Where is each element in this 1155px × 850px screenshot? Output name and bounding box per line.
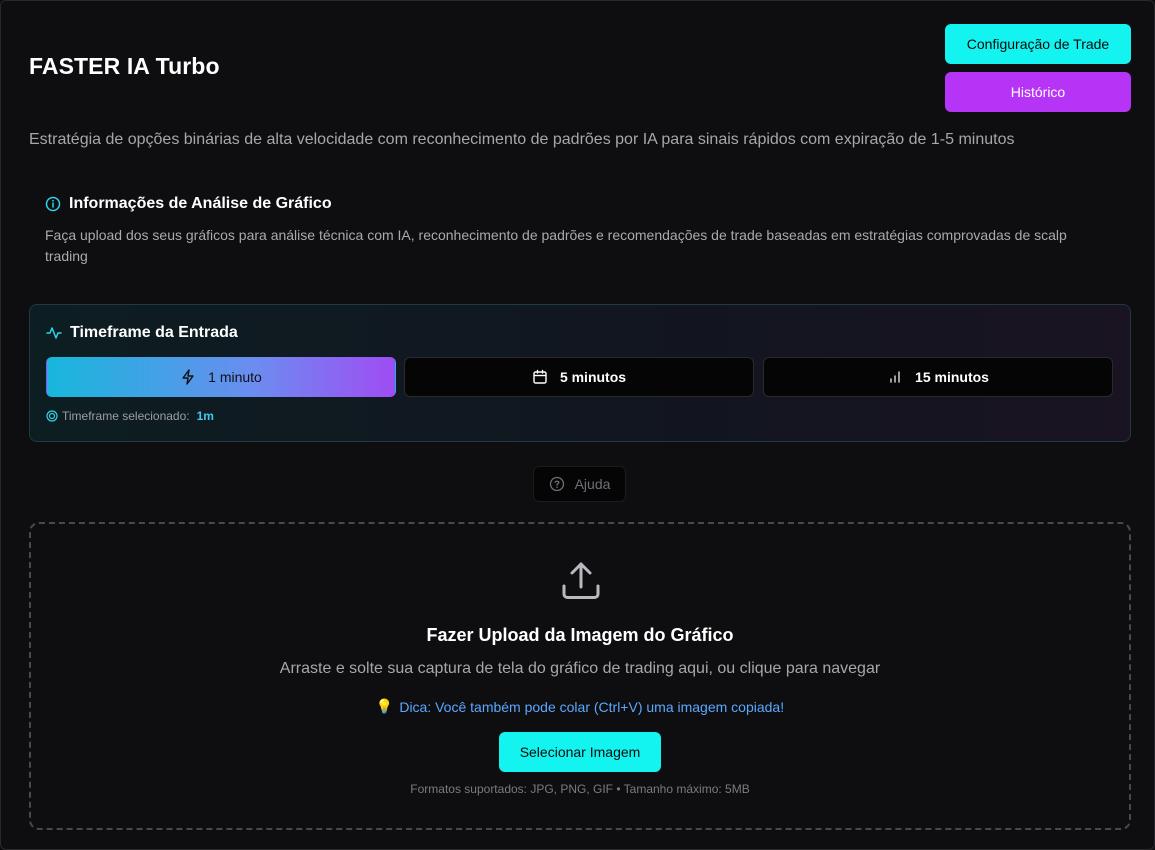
target-icon [46, 410, 58, 422]
timeframe-title: Timeframe da Entrada [70, 324, 238, 341]
upload-dropzone[interactable]: Fazer Upload da Imagem do Gráfico Arrast… [29, 522, 1131, 830]
info-header: Informações de Análise de Gráfico [45, 195, 332, 213]
upload-tip: 💡 Dica: Você também pode colar (Ctrl+V) … [31, 698, 1129, 715]
timeframe-panel: Timeframe da Entrada 1 minuto 5 minutos [29, 304, 1131, 442]
info-description: Faça upload dos seus gráficos para análi… [45, 227, 1067, 264]
app-window: FASTER IA Turbo Configuração de Trade Hi… [0, 0, 1155, 850]
upload-formats: Formatos suportados: JPG, PNG, GIF • Tam… [410, 782, 750, 796]
page-title: FASTER IA Turbo [29, 53, 220, 79]
activity-icon [46, 325, 62, 341]
timeframe-header: Timeframe da Entrada [46, 324, 238, 342]
timeframe-selected-value: 1m [196, 409, 214, 423]
info-title: Informações de Análise de Gráfico [69, 195, 332, 212]
help-button[interactable]: Ajuda [533, 466, 626, 502]
info-icon [45, 196, 61, 212]
bar-chart-icon [887, 369, 903, 385]
timeframe-option-label: 1 minuto [208, 369, 262, 385]
lightbulb-icon: 💡 [375, 698, 394, 714]
upload-title: Fazer Upload da Imagem do Gráfico [426, 625, 734, 645]
help-circle-icon [549, 476, 565, 492]
help-label: Ajuda [574, 476, 611, 492]
timeframe-option-label: 5 minutos [559, 369, 627, 385]
page-subtitle: Estratégia de opções binárias de alta ve… [29, 131, 1015, 148]
upload-tip-text: Dica: Você também pode colar (Ctrl+V) um… [399, 698, 785, 715]
timeframe-option-5m[interactable]: 5 minutos [404, 357, 754, 397]
upload-icon [560, 560, 602, 602]
calendar-icon [532, 369, 548, 385]
timeframe-option-label: 15 minutos [915, 369, 989, 385]
select-image-button[interactable]: Selecionar Imagem [499, 732, 661, 772]
timeframe-option-15m[interactable]: 15 minutos [763, 357, 1113, 397]
timeframe-selected-label: Timeframe selecionado: [62, 409, 190, 423]
timeframe-selected: Timeframe selecionado: 1m [46, 409, 214, 423]
trade-config-button[interactable]: Configuração de Trade [945, 24, 1131, 64]
history-button[interactable]: Histórico [945, 72, 1131, 112]
upload-instructions: Arraste e solte sua captura de tela do g… [279, 660, 881, 677]
timeframe-option-1m[interactable]: 1 minuto [46, 357, 396, 397]
lightning-icon [180, 369, 196, 385]
